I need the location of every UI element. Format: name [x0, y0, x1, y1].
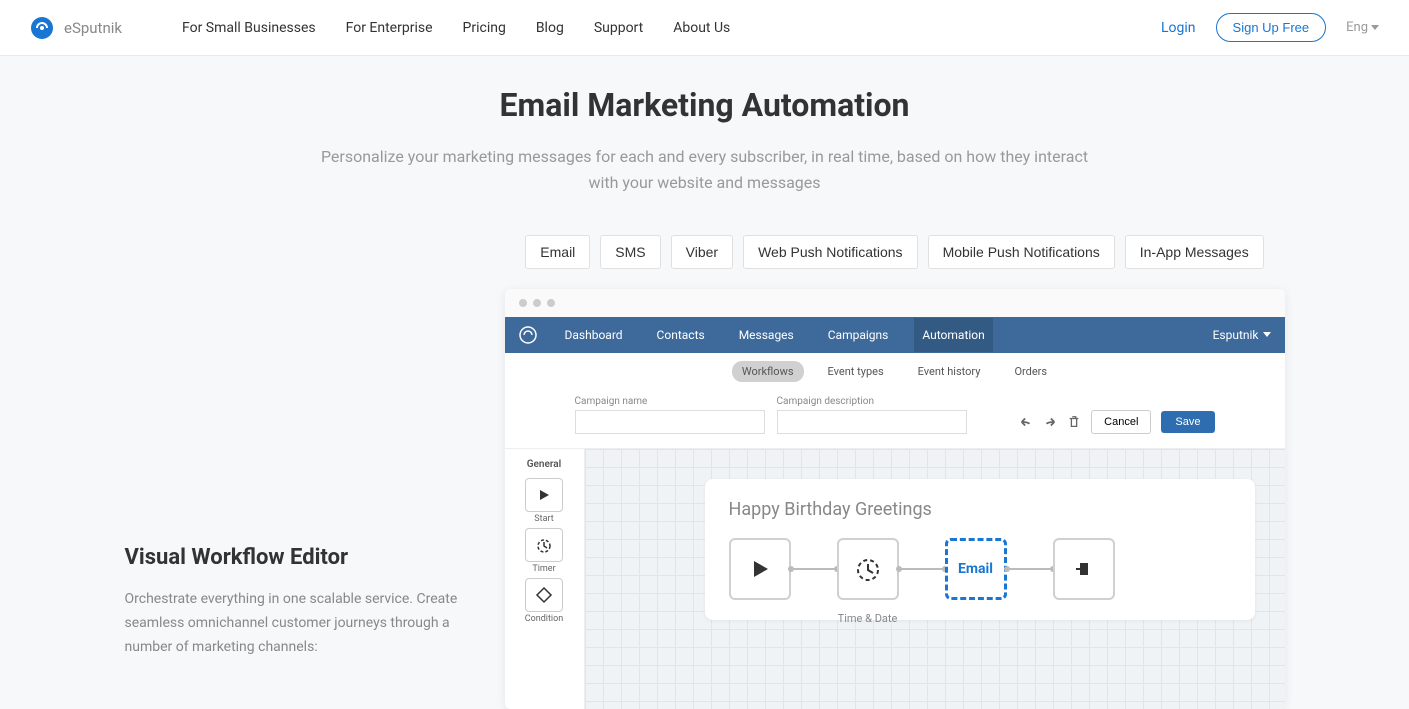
timer-icon — [535, 536, 553, 554]
palette-group-label: General — [527, 459, 562, 470]
app-nav-dashboard[interactable]: Dashboard — [557, 318, 631, 352]
app-header: Dashboard Contacts Messages Campaigns Au… — [505, 317, 1285, 353]
section-description: Orchestrate everything in one scalable s… — [125, 588, 465, 659]
page-title: Email Marketing Automation — [125, 86, 1285, 124]
pill-inapp[interactable]: In-App Messages — [1125, 235, 1264, 269]
timer-icon — [854, 555, 882, 583]
node-label: Time & Date — [838, 612, 898, 625]
workflow-node-email[interactable]: Email — [945, 538, 1007, 600]
signup-button[interactable]: Sign Up Free — [1216, 13, 1327, 42]
logo[interactable]: eSputnik — [30, 16, 122, 40]
app-user-name: Esputnik — [1213, 328, 1259, 342]
workflow-nodes: Time & Date Email — [729, 538, 1231, 600]
workflow-card: Happy Birthday Greetings Time & Date — [705, 479, 1255, 620]
app-logo-icon — [519, 326, 537, 344]
nav-blog[interactable]: Blog — [536, 20, 564, 36]
undo-icon[interactable] — [1019, 415, 1033, 429]
brand-name: eSputnik — [64, 19, 122, 37]
left-column: Visual Workflow Editor Orchestrate every… — [125, 235, 465, 709]
trash-icon[interactable] — [1067, 415, 1081, 429]
palette-start[interactable]: Start — [525, 478, 563, 524]
window-controls — [505, 289, 1285, 317]
nav-about[interactable]: About Us — [673, 20, 730, 36]
workflow-node-end[interactable] — [1053, 538, 1115, 600]
section-title: Visual Workflow Editor — [125, 545, 465, 570]
palette-timer[interactable]: Timer — [525, 528, 563, 574]
palette-label: Timer — [532, 564, 555, 574]
workflow-canvas-area: General Start Timer Condition — [505, 449, 1285, 709]
language-selector[interactable]: Eng — [1346, 20, 1379, 35]
campaign-desc-label: Campaign description — [777, 396, 967, 407]
campaign-desc-field: Campaign description — [777, 396, 967, 434]
site-header: eSputnik For Small Businesses For Enterp… — [0, 0, 1409, 56]
palette-condition[interactable]: Condition — [525, 578, 563, 624]
workflow-node-timer[interactable]: Time & Date — [837, 538, 899, 600]
pill-email[interactable]: Email — [525, 235, 590, 269]
language-label: Eng — [1346, 20, 1368, 35]
app-user-menu[interactable]: Esputnik — [1213, 328, 1271, 342]
palette-label: Condition — [525, 614, 563, 624]
play-icon — [749, 558, 771, 580]
main-nav: For Small Businesses For Enterprise Pric… — [182, 20, 1161, 36]
brand-icon — [30, 16, 54, 40]
pill-viber[interactable]: Viber — [671, 235, 733, 269]
campaign-name-field: Campaign name — [575, 396, 765, 434]
header-actions: Login Sign Up Free Eng — [1161, 13, 1379, 42]
diamond-icon — [535, 586, 553, 604]
window-dot — [519, 299, 527, 307]
workflow-node-start[interactable] — [729, 538, 791, 600]
node-email-text: Email — [958, 561, 993, 577]
campaign-name-label: Campaign name — [575, 396, 765, 407]
cancel-button[interactable]: Cancel — [1091, 410, 1151, 434]
subnav-event-history[interactable]: Event history — [908, 361, 991, 382]
nav-small-business[interactable]: For Small Businesses — [182, 20, 316, 36]
connector — [1007, 568, 1053, 570]
palette-label: Start — [534, 514, 553, 524]
nav-enterprise[interactable]: For Enterprise — [346, 20, 433, 36]
end-icon — [1073, 558, 1095, 580]
right-column: Email SMS Viber Web Push Notifications M… — [505, 235, 1285, 709]
redo-icon[interactable] — [1043, 415, 1057, 429]
window-dot — [547, 299, 555, 307]
nav-pricing[interactable]: Pricing — [463, 20, 506, 36]
app-nav: Dashboard Contacts Messages Campaigns Au… — [557, 318, 1213, 352]
toolbar-actions: Cancel Save — [1019, 410, 1214, 434]
pill-mobilepush[interactable]: Mobile Push Notifications — [928, 235, 1115, 269]
campaign-desc-input[interactable] — [777, 410, 967, 434]
connector — [899, 568, 945, 570]
workflow-canvas[interactable]: Happy Birthday Greetings Time & Date — [585, 449, 1285, 709]
sub-nav: Workflows Event types Event history Orde… — [505, 353, 1285, 390]
channel-pills: Email SMS Viber Web Push Notifications M… — [505, 235, 1285, 269]
pill-webpush[interactable]: Web Push Notifications — [743, 235, 917, 269]
app-nav-campaigns[interactable]: Campaigns — [820, 318, 897, 352]
pill-sms[interactable]: SMS — [600, 235, 660, 269]
subnav-workflows[interactable]: Workflows — [732, 361, 804, 382]
app-mockup: Dashboard Contacts Messages Campaigns Au… — [505, 289, 1285, 709]
content-row: Visual Workflow Editor Orchestrate every… — [125, 235, 1285, 709]
app-nav-automation[interactable]: Automation — [914, 318, 992, 352]
page-subtitle: Personalize your marketing messages for … — [315, 144, 1095, 195]
subnav-event-types[interactable]: Event types — [818, 361, 894, 382]
app-nav-contacts[interactable]: Contacts — [649, 318, 713, 352]
workflow-title: Happy Birthday Greetings — [729, 499, 1231, 520]
palette: General Start Timer Condition — [505, 449, 585, 709]
chevron-down-icon — [1371, 25, 1379, 31]
subnav-orders[interactable]: Orders — [1004, 361, 1057, 382]
nav-support[interactable]: Support — [594, 20, 643, 36]
main-content: Email Marketing Automation Personalize y… — [125, 56, 1285, 709]
save-button[interactable]: Save — [1161, 411, 1214, 433]
play-icon — [537, 488, 551, 502]
login-link[interactable]: Login — [1161, 20, 1196, 36]
chevron-down-icon — [1263, 332, 1271, 338]
window-dot — [533, 299, 541, 307]
connector — [791, 568, 837, 570]
app-nav-messages[interactable]: Messages — [731, 318, 802, 352]
toolbar: Campaign name Campaign description Cance… — [505, 390, 1285, 449]
campaign-name-input[interactable] — [575, 410, 765, 434]
